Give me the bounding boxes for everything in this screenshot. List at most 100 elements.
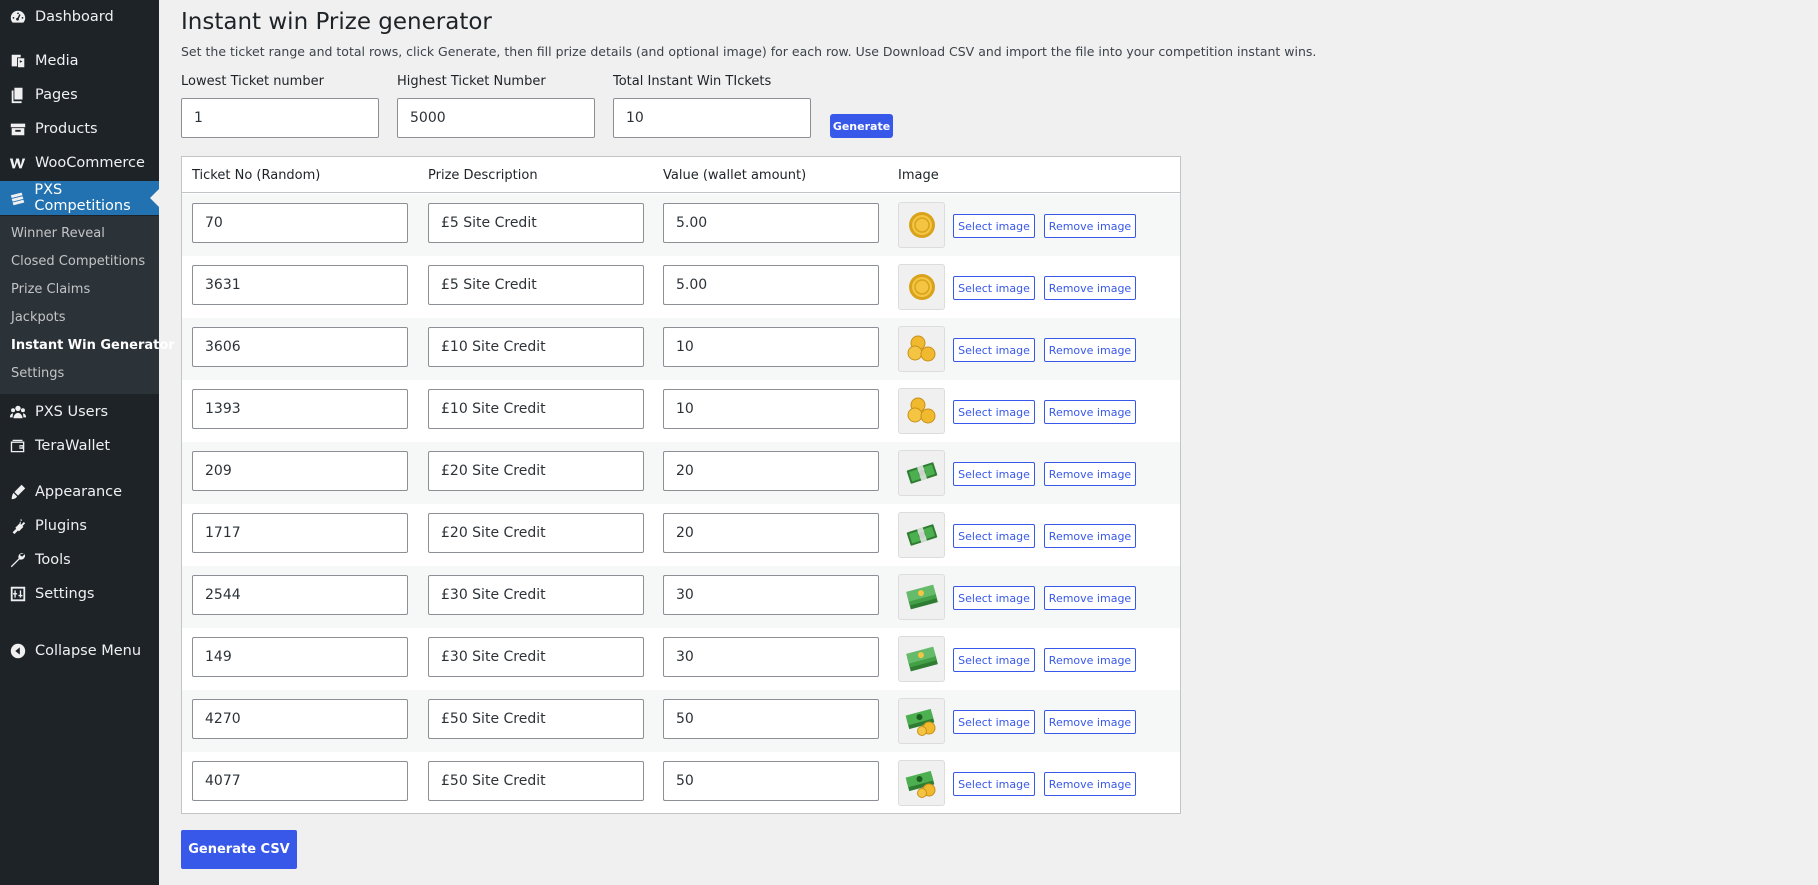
page-description: Set the ticket range and total rows, cli… [181, 44, 1317, 59]
wallet-value-input[interactable] [663, 203, 879, 243]
prize-description-input[interactable] [428, 637, 644, 677]
generate-button[interactable]: Generate [830, 114, 893, 138]
wallet-value-input[interactable] [663, 265, 879, 305]
remove-image-button[interactable]: Remove image [1044, 338, 1136, 362]
table-header: Ticket No (Random) Prize Description Val… [182, 157, 1180, 193]
ticket-number-input[interactable] [192, 203, 408, 243]
select-image-button[interactable]: Select image [953, 772, 1035, 796]
remove-image-button[interactable]: Remove image [1044, 772, 1136, 796]
select-image-button[interactable]: Select image [953, 648, 1035, 672]
prize-description-input[interactable] [428, 203, 644, 243]
select-image-button[interactable]: Select image [953, 214, 1035, 238]
prize-description-input[interactable] [428, 575, 644, 615]
coin-stack-icon [898, 326, 945, 372]
products-icon [8, 119, 28, 139]
menu-tools[interactable]: Tools [0, 543, 159, 577]
menu-media[interactable]: Media [0, 44, 159, 78]
lowest-ticket-input[interactable] [181, 98, 379, 138]
wallet-value-input[interactable] [663, 451, 879, 491]
menu-pxs-users[interactable]: PXS Users [0, 395, 159, 429]
wallet-value-input[interactable] [663, 513, 879, 553]
submenu-settings[interactable]: Settings [11, 366, 64, 381]
menu-appearance[interactable]: Appearance [0, 475, 159, 509]
settings-icon [8, 584, 28, 604]
menu-pxs-competitions[interactable]: PXS Competitions [0, 181, 159, 215]
menu-settings[interactable]: Settings [0, 577, 159, 611]
tools-icon [8, 550, 28, 570]
lowest-ticket-label: Lowest Ticket number [181, 74, 324, 89]
remove-image-button[interactable]: Remove image [1044, 400, 1136, 424]
prize-table: Ticket No (Random) Prize Description Val… [181, 156, 1181, 814]
table-row: Select image Remove image [182, 566, 1180, 628]
table-row: Select image Remove image [182, 380, 1180, 442]
remove-image-button[interactable]: Remove image [1044, 524, 1136, 548]
menu-pages[interactable]: Pages [0, 78, 159, 112]
select-image-button[interactable]: Select image [953, 400, 1035, 424]
wallet-value-input[interactable] [663, 327, 879, 367]
generate-csv-button[interactable]: Generate CSV [181, 830, 297, 869]
submenu-closed-competitions[interactable]: Closed Competitions [11, 254, 145, 269]
prize-description-input[interactable] [428, 761, 644, 801]
ticket-number-input[interactable] [192, 575, 408, 615]
menu-media-label: Media [35, 53, 79, 69]
table-row: Select image Remove image [182, 256, 1180, 318]
remove-image-button[interactable]: Remove image [1044, 586, 1136, 610]
submenu-winner-reveal[interactable]: Winner Reveal [11, 226, 105, 241]
ticket-number-input[interactable] [192, 451, 408, 491]
menu-dashboard-label: Dashboard [35, 9, 114, 25]
cash-stack-icon [898, 574, 945, 620]
appearance-icon [8, 482, 28, 502]
menu-plugins[interactable]: Plugins [0, 509, 159, 543]
prize-description-input[interactable] [428, 265, 644, 305]
menu-terawallet[interactable]: TeraWallet [0, 429, 159, 463]
select-image-button[interactable]: Select image [953, 338, 1035, 362]
prize-description-input[interactable] [428, 389, 644, 429]
coin-stack-icon [898, 388, 945, 434]
menu-collapse[interactable]: Collapse Menu [0, 634, 159, 668]
table-row: Select image Remove image [182, 628, 1180, 690]
wallet-value-input[interactable] [663, 699, 879, 739]
ticket-number-input[interactable] [192, 699, 408, 739]
ticket-number-input[interactable] [192, 389, 408, 429]
select-image-button[interactable]: Select image [953, 462, 1035, 486]
ticket-number-input[interactable] [192, 637, 408, 677]
prize-description-input[interactable] [428, 699, 644, 739]
remove-image-button[interactable]: Remove image [1044, 462, 1136, 486]
select-image-button[interactable]: Select image [953, 710, 1035, 734]
prize-description-input[interactable] [428, 327, 644, 367]
select-image-button[interactable]: Select image [953, 276, 1035, 300]
remove-image-button[interactable]: Remove image [1044, 276, 1136, 300]
table-row: Select image Remove image [182, 504, 1180, 566]
total-tickets-input[interactable] [613, 98, 811, 138]
select-image-button[interactable]: Select image [953, 524, 1035, 548]
cash-stack-icon [898, 636, 945, 682]
header-prize-description: Prize Description [428, 168, 538, 183]
ticket-number-input[interactable] [192, 513, 408, 553]
wallet-value-input[interactable] [663, 761, 879, 801]
wallet-value-input[interactable] [663, 637, 879, 677]
ticket-number-input[interactable] [192, 761, 408, 801]
prize-description-input[interactable] [428, 513, 644, 553]
wallet-value-input[interactable] [663, 389, 879, 429]
submenu-prize-claims[interactable]: Prize Claims [11, 282, 90, 297]
select-image-button[interactable]: Select image [953, 586, 1035, 610]
cash-coins-icon [898, 698, 945, 744]
wallet-value-input[interactable] [663, 575, 879, 615]
table-row: Select image Remove image [182, 690, 1180, 752]
highest-ticket-input[interactable] [397, 98, 595, 138]
gold-coin-icon [898, 202, 945, 248]
menu-products[interactable]: Products [0, 112, 159, 146]
menu-tools-label: Tools [35, 552, 71, 568]
collapse-icon [8, 641, 28, 661]
remove-image-button[interactable]: Remove image [1044, 214, 1136, 238]
submenu-instant-win-generator[interactable]: Instant Win Generator [11, 338, 175, 353]
remove-image-button[interactable]: Remove image [1044, 648, 1136, 672]
remove-image-button[interactable]: Remove image [1044, 710, 1136, 734]
ticket-number-input[interactable] [192, 265, 408, 305]
ticket-number-input[interactable] [192, 327, 408, 367]
prize-description-input[interactable] [428, 451, 644, 491]
menu-woocommerce[interactable]: WooCommerce [0, 146, 159, 180]
submenu-jackpots[interactable]: Jackpots [11, 310, 66, 325]
total-tickets-label: Total Instant Win TIckets [613, 74, 772, 89]
menu-dashboard[interactable]: Dashboard [0, 0, 159, 34]
